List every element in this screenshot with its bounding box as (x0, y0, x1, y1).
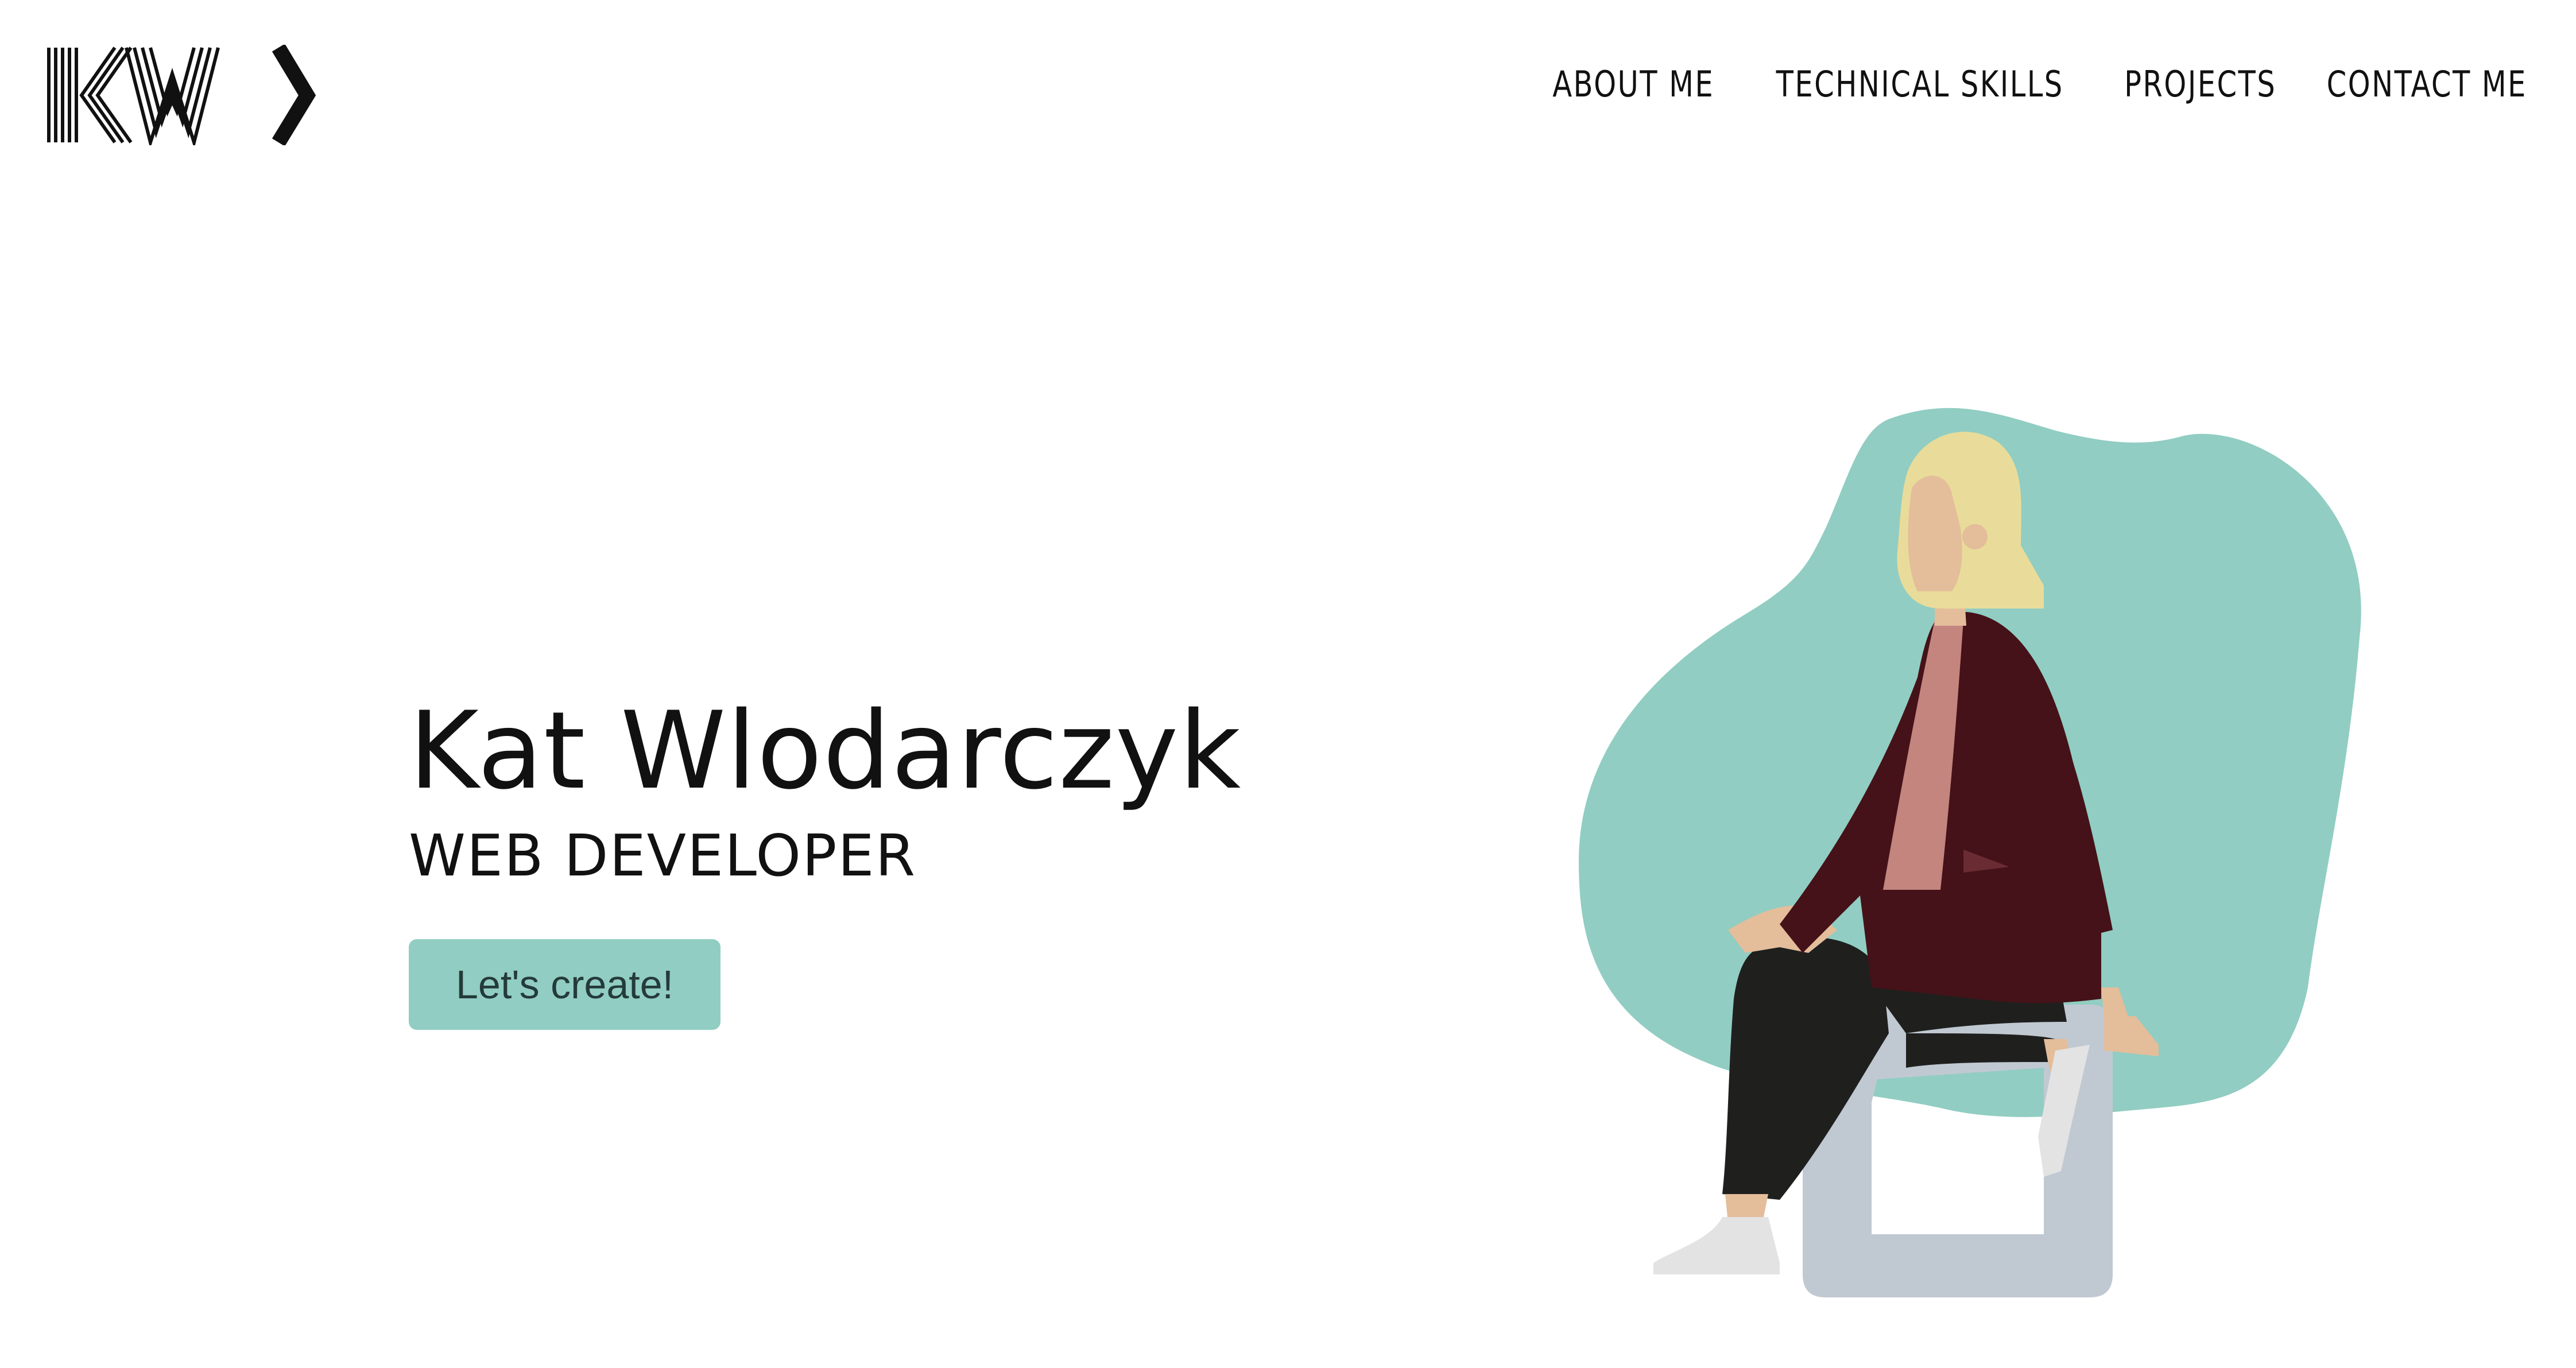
ear-shape (1962, 524, 1988, 549)
front-shoe-shape (1653, 1217, 1780, 1274)
nav-technical-skills[interactable]: TECHNICAL SKILLS (1776, 63, 2064, 105)
hero-section: Kat Wlodarczyk WEB DEVELOPER Let's creat… (409, 697, 1241, 1030)
hero-role: WEB DEVELOPER (409, 822, 917, 889)
nav-projects[interactable]: PROJECTS (2124, 63, 2276, 105)
lets-create-button[interactable]: Let's create! (409, 939, 721, 1030)
hero-name: Kat Wlodarczyk (409, 688, 1242, 813)
site-logo[interactable] (46, 44, 316, 149)
woman-sitting-illustration-icon (1579, 408, 2361, 1297)
nav-contact-me[interactable]: CONTACT ME (2326, 63, 2527, 105)
kw-logo-icon (47, 44, 316, 149)
hero-illustration (1539, 379, 2400, 1309)
main-nav: ABOUT ME TECHNICAL SKILLS PROJECTS CONTA… (1552, 63, 2532, 105)
nav-about-me[interactable]: ABOUT ME (1552, 63, 1714, 105)
